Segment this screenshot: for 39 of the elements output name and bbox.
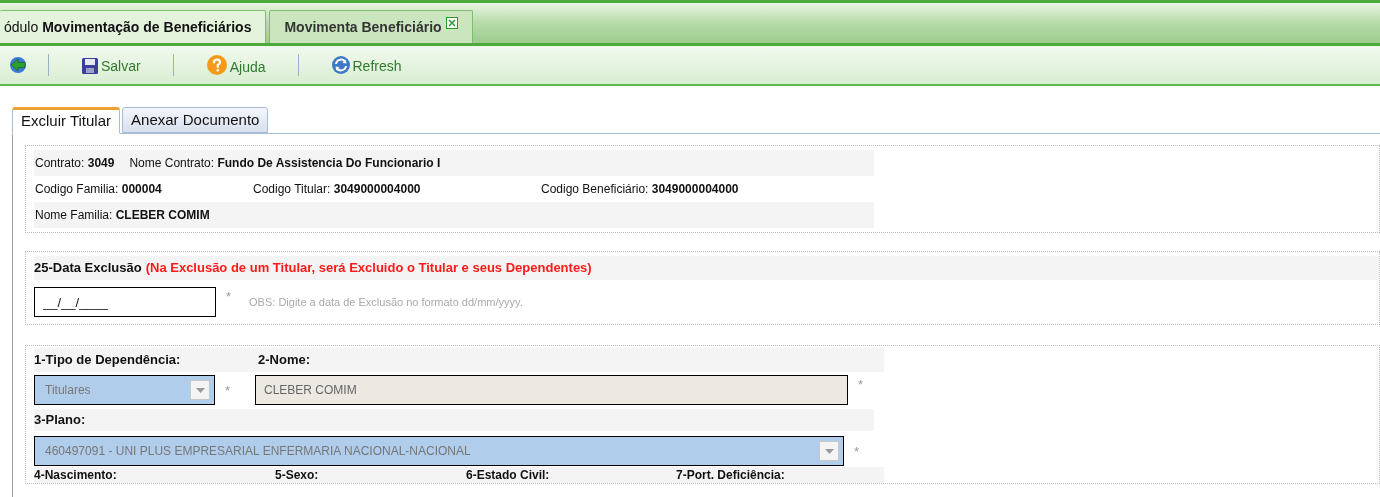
refresh-icon (330, 55, 351, 75)
required-mark: * (226, 288, 232, 306)
required-mark: * (854, 443, 860, 461)
module-tab-label: Movimenta Beneficiário (284, 17, 442, 37)
info-field: Nome Familia: CLEBER COMIM (34, 206, 210, 224)
name-input-field[interactable]: CLEBER COMIM (255, 375, 848, 405)
module-tab[interactable]: ódulo Movimentação de Beneficiários (0, 10, 267, 43)
close-icon[interactable] (445, 17, 458, 29)
dropdown-caret-icon (190, 380, 210, 400)
field-label: 4-Nascimento: (34, 467, 118, 484)
info-field: Nome Contrato: Fundo De Assistencia Do Funcionario I (128, 154, 441, 172)
info-field: Contrato: 3049 (34, 154, 115, 172)
field-label: 3-Plano: (34, 411, 86, 430)
info-field: Codigo Titular: 3049000004000 (252, 180, 540, 198)
form-tab[interactable]: Anexar Documento (122, 107, 269, 133)
form-tab[interactable]: Excluir Titular (12, 107, 121, 134)
module-tab-label: ódulo Movimentação de Beneficiários (4, 17, 252, 37)
question-icon (205, 54, 228, 76)
field-label: 25-Data Exclusão (34, 259, 142, 278)
field-label: 1-Tipo de Dependência: (34, 351, 182, 370)
field-label: 2-Nome: (258, 351, 310, 370)
field-label: 7-Port. Deficiência: (676, 467, 785, 484)
field-label: 6-Estado Civil: (466, 467, 551, 484)
back-arrow-icon (8, 56, 28, 74)
module-tab[interactable]: Movimenta Beneficiário (269, 10, 473, 43)
plan-select[interactable]: 460497091 - UNI PLUS EMPRESARIAL ENFERMARIA NACIONAL-NACIONAL (34, 436, 844, 466)
required-mark: * (225, 382, 232, 400)
field-label: 5-Sexo: (275, 467, 320, 484)
required-mark: * (858, 376, 864, 394)
info-field: Codigo Familia: 000004 (34, 180, 252, 198)
save-button[interactable]: Salvar (65, 55, 157, 75)
dropdown-caret-icon (819, 441, 839, 461)
date-input-field[interactable]: __/__/____ (34, 287, 216, 317)
dependency-select[interactable]: Titulares (34, 375, 215, 405)
format-note: OBS: Digite a data de Exclusão no formato dd/mm/yyyy. (249, 295, 523, 310)
warning-text: (Na Exclusão de um Titular, será Excluido o Titular e seus Dependentes) (145, 259, 592, 278)
info-field: Codigo Beneficiário: 3049000004000 (540, 180, 739, 198)
help-button[interactable]: Ajuda (189, 54, 282, 76)
refresh-button[interactable]: Refresh (314, 55, 418, 75)
